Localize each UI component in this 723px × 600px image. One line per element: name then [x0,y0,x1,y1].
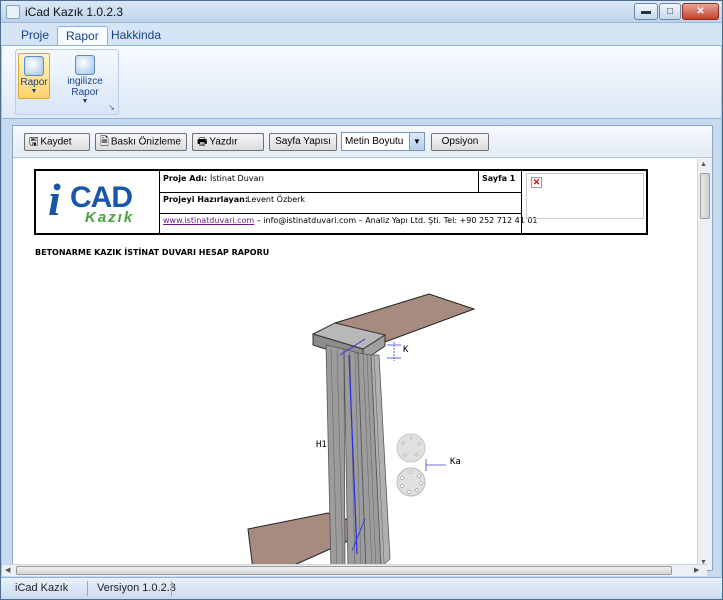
group-launcher-icon[interactable]: ↘ [108,103,115,112]
chevron-down-icon: ▼ [30,88,38,95]
chevron-down-icon: ▼ [81,98,89,105]
scroll-left-icon[interactable]: ◀ [5,566,10,574]
ribbon-panel: Rapor ▼ ingilizce Rapor ▼ ↘ [2,45,721,119]
scroll-thumb[interactable] [700,173,710,219]
hscroll-thumb[interactable] [16,566,672,575]
retaining-wall-figure [247,293,476,570]
app-icon [6,5,20,19]
horizontal-scrollbar[interactable]: ◀ ▶ [2,564,707,576]
text-size-value: Metin Boyutu [345,136,404,147]
chevron-down-icon[interactable]: ▼ [409,133,424,150]
preview-icon: 🗎 [100,136,109,148]
ingilizce-rapor-button[interactable]: ingilizce Rapor ▼ [54,53,116,105]
maximize-button[interactable]: □ [659,3,681,20]
tab-rapor[interactable]: Rapor [57,26,108,46]
report-viewer: 🖫 Kaydet 🗎 Baskı Önizleme 🖶 Yazdır Sayfa Ya… [12,125,713,571]
report-toolbar: 🖫 Kaydet 🗎 Baskı Önizleme 🖶 Yazdır Sayfa Ya… [13,126,712,158]
title-bar: iCad Kazık 1.0.2.3 ▬ □ ✕ [1,1,722,23]
save-icon: 🖫 [29,136,39,148]
scroll-right-icon[interactable]: ▶ [694,566,699,574]
page-setup-button[interactable]: Sayfa Yapısı [269,133,337,151]
tab-proje[interactable]: Proje [13,26,57,46]
report-group: Rapor ▼ ingilizce Rapor ▼ ↘ [15,49,119,115]
save-label: Kaydet [40,136,72,148]
print-preview-button[interactable]: 🗎 Baskı Önizleme [95,133,187,151]
options-button[interactable]: Opsiyon [431,133,489,151]
minimize-button[interactable]: ▬ [634,3,658,20]
status-version: Versiyon 1.0.2.3 [97,582,176,594]
window-title: iCad Kazık 1.0.2.3 [25,5,124,19]
ingilizce-rapor-label: ingilizce Rapor [67,76,103,98]
workspace: 🖫 Kaydet 🗎 Baskı Önizleme 🖶 Yazdır Sayfa Ya… [2,119,721,577]
printer-icon: 🖶 [197,136,208,148]
label-k: K [403,345,409,355]
label-h1: H1 [316,440,327,450]
rapor-button-label: Rapor [20,77,48,88]
preview-label: Baskı Önizleme [110,136,181,148]
save-button[interactable]: 🖫 Kaydet [24,133,90,151]
status-app-name: iCad Kazık [15,582,69,594]
report-icon [24,56,44,76]
print-button[interactable]: 🖶 Yazdır [192,133,264,151]
scroll-up-icon[interactable]: ▲ [700,161,707,168]
report-document: i CAD Kazık Proje Adı: İstinat Duvarı Sa… [13,159,697,570]
tab-hakkinda[interactable]: Hakkinda [103,26,169,46]
close-button[interactable]: ✕ [682,3,719,20]
label-ka: Ka [450,457,461,467]
rapor-button[interactable]: Rapor ▼ [18,53,50,99]
print-label: Yazdır [209,136,238,148]
app-window: iCad Kazık 1.0.2.3 ▬ □ ✕ Proje Rapor Hak… [0,0,723,600]
report-icon [75,55,95,75]
status-bar: iCad Kazık Versiyon 1.0.2.3 [1,577,722,599]
vertical-scrollbar[interactable]: ▲ ▼ [697,159,712,570]
ribbon-tab-bar: Proje Rapor Hakkinda [1,23,722,46]
text-size-select[interactable]: Metin Boyutu ▼ [341,132,425,151]
